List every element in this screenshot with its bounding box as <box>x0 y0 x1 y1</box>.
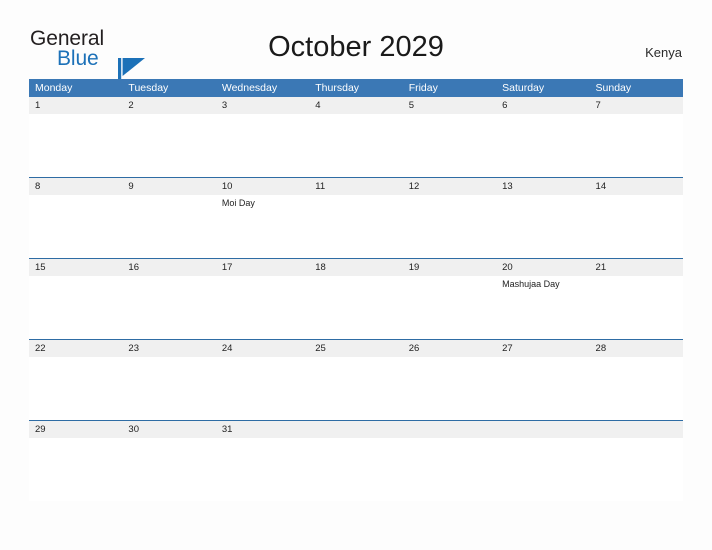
day-cell[interactable] <box>29 438 122 501</box>
day-cell[interactable] <box>216 114 309 177</box>
week-date-band: 15 16 17 18 19 20 21 <box>29 259 683 276</box>
day-number[interactable]: 2 <box>122 97 215 114</box>
week-event-band <box>29 114 683 177</box>
day-cell[interactable] <box>122 195 215 258</box>
day-number[interactable]: 3 <box>216 97 309 114</box>
day-cell[interactable] <box>590 114 683 177</box>
day-number[interactable]: 10 <box>216 178 309 195</box>
day-cell[interactable] <box>590 276 683 339</box>
day-number[interactable]: 28 <box>590 340 683 357</box>
day-number[interactable]: 21 <box>590 259 683 276</box>
week-date-band: 8 9 10 11 12 13 14 <box>29 178 683 195</box>
day-number[interactable]: 27 <box>496 340 589 357</box>
day-number[interactable]: 14 <box>590 178 683 195</box>
day-cell[interactable] <box>403 114 496 177</box>
week-date-band: 22 23 24 25 26 27 28 <box>29 340 683 357</box>
day-number[interactable]: 23 <box>122 340 215 357</box>
day-cell[interactable] <box>122 357 215 420</box>
day-cell[interactable] <box>309 195 402 258</box>
day-cell[interactable] <box>29 195 122 258</box>
day-cell[interactable] <box>590 357 683 420</box>
day-number[interactable]: 29 <box>29 421 122 438</box>
day-cell[interactable] <box>122 114 215 177</box>
week-row: 29 30 31 <box>29 420 683 501</box>
event-label: Mashujaa Day <box>502 279 560 289</box>
day-number[interactable]: 18 <box>309 259 402 276</box>
day-cell[interactable] <box>29 357 122 420</box>
day-number[interactable]: 20 <box>496 259 589 276</box>
day-number[interactable]: 7 <box>590 97 683 114</box>
day-cell[interactable] <box>403 276 496 339</box>
event-label: Moi Day <box>221 198 255 208</box>
region-label: Kenya <box>645 45 682 60</box>
weekday-header-sunday: Sunday <box>595 82 632 94</box>
week-event-band <box>29 357 683 420</box>
week-event-band: Mashujaa Day <box>29 276 683 339</box>
day-number[interactable]: 24 <box>216 340 309 357</box>
weekday-header-wednesday: Wednesday <box>221 82 278 94</box>
weekday-header-monday: Monday <box>35 82 73 94</box>
day-number[interactable]: 8 <box>29 178 122 195</box>
week-row: 15 16 17 18 19 20 21 Mashujaa Day <box>29 258 683 339</box>
day-number[interactable]: 5 <box>403 97 496 114</box>
day-number[interactable] <box>496 421 589 438</box>
day-cell[interactable] <box>403 438 496 501</box>
day-number[interactable]: 4 <box>309 97 402 114</box>
day-cell[interactable] <box>216 438 309 501</box>
week-date-band: 1 2 3 4 5 6 7 <box>29 97 683 114</box>
page-title: October 2029 <box>268 31 444 63</box>
day-number[interactable]: 22 <box>29 340 122 357</box>
day-number[interactable] <box>309 421 402 438</box>
day-number[interactable]: 11 <box>309 178 402 195</box>
day-cell[interactable] <box>496 114 589 177</box>
day-cell[interactable] <box>29 114 122 177</box>
day-number[interactable]: 30 <box>122 421 215 438</box>
day-cell[interactable] <box>309 276 402 339</box>
calendar-grid: Monday Tuesday Wednesday Thursday Friday… <box>29 79 683 501</box>
day-number[interactable]: 17 <box>216 259 309 276</box>
day-number[interactable] <box>590 421 683 438</box>
day-cell[interactable] <box>309 114 402 177</box>
week-row: 8 9 10 11 12 13 14 Moi Day <box>29 177 683 258</box>
day-cell[interactable] <box>216 357 309 420</box>
day-number[interactable]: 13 <box>496 178 589 195</box>
weekday-header-friday: Friday <box>408 82 438 94</box>
day-cell[interactable] <box>590 438 683 501</box>
day-cell[interactable] <box>122 276 215 339</box>
weekday-header-row: Monday Tuesday Wednesday Thursday Friday… <box>29 79 683 97</box>
weekday-header-tuesday: Tuesday <box>128 82 169 94</box>
week-event-band <box>29 438 683 501</box>
day-cell[interactable] <box>403 357 496 420</box>
day-cell[interactable] <box>403 195 496 258</box>
day-number[interactable]: 25 <box>309 340 402 357</box>
day-number[interactable]: 26 <box>403 340 496 357</box>
weekday-header-thursday: Thursday <box>315 82 360 94</box>
day-number[interactable]: 9 <box>122 178 215 195</box>
day-cell[interactable]: Mashujaa Day <box>496 276 589 339</box>
day-cell[interactable] <box>496 357 589 420</box>
week-row: 1 2 3 4 5 6 7 <box>29 97 683 177</box>
day-number[interactable]: 16 <box>122 259 215 276</box>
day-cell[interactable] <box>309 357 402 420</box>
day-cell[interactable] <box>309 438 402 501</box>
day-number[interactable]: 6 <box>496 97 589 114</box>
day-cell[interactable] <box>122 438 215 501</box>
weekday-header-saturday: Saturday <box>502 82 545 94</box>
day-cell[interactable] <box>29 276 122 339</box>
day-number[interactable]: 1 <box>29 97 122 114</box>
day-number[interactable]: 15 <box>29 259 122 276</box>
week-date-band: 29 30 31 <box>29 421 683 438</box>
day-number[interactable]: 31 <box>216 421 309 438</box>
page-header: General Blue October 2029 Kenya <box>0 0 712 82</box>
day-cell[interactable] <box>590 195 683 258</box>
day-cell[interactable] <box>216 276 309 339</box>
week-row: 22 23 24 25 26 27 28 <box>29 339 683 420</box>
week-event-band: Moi Day <box>29 195 683 258</box>
day-cell[interactable]: Moi Day <box>216 195 309 258</box>
day-cell[interactable] <box>496 195 589 258</box>
day-number[interactable] <box>403 421 496 438</box>
day-cell[interactable] <box>496 438 589 501</box>
day-number[interactable]: 19 <box>403 259 496 276</box>
day-number[interactable]: 12 <box>403 178 496 195</box>
